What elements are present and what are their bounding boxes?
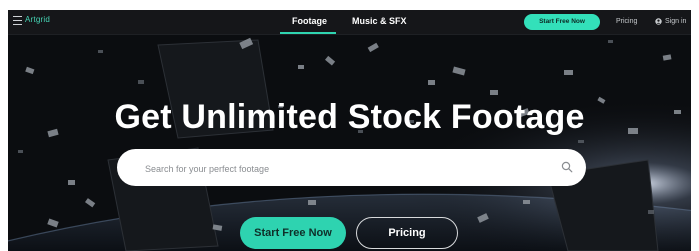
search-input[interactable] [143,160,547,178]
tab-music-sfx[interactable]: Music & SFX [352,16,407,26]
menu-icon[interactable] [13,16,22,26]
search-icon[interactable] [561,161,573,173]
search-bar[interactable] [117,149,586,186]
active-tab-indicator [280,32,336,34]
top-nav: Artgrid Footage Music & SFX Start Free N… [8,10,691,35]
app-frame: Artgrid Footage Music & SFX Start Free N… [8,10,691,251]
sign-in-link[interactable]: Sign in [665,18,686,25]
tab-footage[interactable]: Footage [292,16,327,26]
nav-pricing-link[interactable]: Pricing [616,18,637,25]
start-free-now-button[interactable]: Start Free Now [240,217,346,249]
hero-headline: Get Unlimited Stock Footage [114,98,585,136]
logo[interactable]: Artgrid [25,15,50,24]
user-icon [655,18,662,25]
pricing-button[interactable]: Pricing [356,217,458,249]
start-free-now-nav-button[interactable]: Start Free Now [524,14,600,30]
